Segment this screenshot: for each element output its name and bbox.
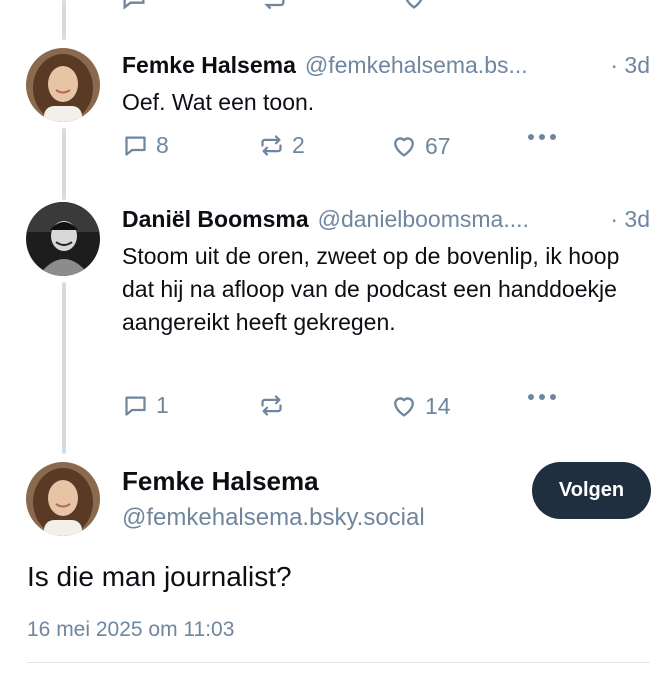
avatar[interactable] [26, 202, 100, 276]
reply-button[interactable]: 8 [122, 132, 169, 159]
main-post-text: Is die man journalist? [27, 561, 292, 592]
post-text: Stoom uit de oren, zweet op de bovenlip,… [122, 243, 620, 335]
main-author-handle[interactable]: @femkehalsema.bsky.social [122, 504, 425, 532]
post-header: Femke Halsema @femkehalsema.bs... · 3d [122, 52, 650, 79]
repost-arrows-icon[interactable] [260, 0, 288, 18]
reply-button[interactable]: 1 [122, 392, 169, 419]
speech-bubble-icon [122, 392, 149, 419]
author-name[interactable]: Femke Halsema [122, 52, 296, 79]
like-count: 67 [425, 132, 451, 159]
divider [27, 662, 650, 663]
repost-count: 2 [292, 132, 305, 158]
main-post-date: 16 mei 2025 om 11:03 [27, 618, 235, 641]
like-count: 14 [425, 392, 451, 419]
like-button[interactable]: 67 [390, 132, 451, 160]
author-name[interactable]: Daniël Boomsma [122, 206, 309, 233]
repost-button[interactable]: 2 [258, 132, 305, 159]
follow-button[interactable]: Volgen [532, 462, 651, 519]
more-dots-icon [526, 132, 558, 142]
reply-count: 8 [156, 132, 169, 158]
post-time[interactable]: · 3d [610, 206, 650, 233]
post-actions: 1 14 [122, 392, 562, 424]
avatar[interactable] [26, 48, 100, 122]
main-author-name[interactable]: Femke Halsema [122, 466, 319, 497]
author-handle[interactable]: @danielboomsma.... [318, 206, 603, 233]
heart-icon[interactable] [400, 0, 428, 18]
avatar[interactable] [26, 462, 100, 536]
heart-icon [390, 392, 418, 420]
heart-icon [390, 132, 418, 160]
like-button[interactable]: 14 [390, 392, 451, 420]
reply-count: 1 [156, 392, 169, 418]
post-text: Oef. Wat een toon. [122, 89, 315, 115]
speech-bubble-icon [122, 132, 149, 159]
thread-line [62, 282, 66, 454]
more-dots-icon [526, 392, 558, 402]
author-handle[interactable]: @femkehalsema.bs... [305, 52, 602, 79]
previous-post-actions-cutoff [120, 0, 560, 10]
post-header: Daniël Boomsma @danielboomsma.... · 3d [122, 206, 650, 233]
repost-button[interactable] [258, 392, 292, 419]
more-options-button[interactable] [526, 132, 558, 142]
thread-line [62, 128, 66, 200]
repost-arrows-icon [258, 132, 285, 159]
repost-arrows-icon [258, 392, 285, 419]
post-actions: 8 2 67 [122, 132, 562, 164]
speech-bubble-icon[interactable] [120, 0, 148, 18]
more-options-button[interactable] [526, 392, 558, 402]
post-time[interactable]: · 3d [610, 52, 650, 79]
thread-line [62, 0, 66, 40]
